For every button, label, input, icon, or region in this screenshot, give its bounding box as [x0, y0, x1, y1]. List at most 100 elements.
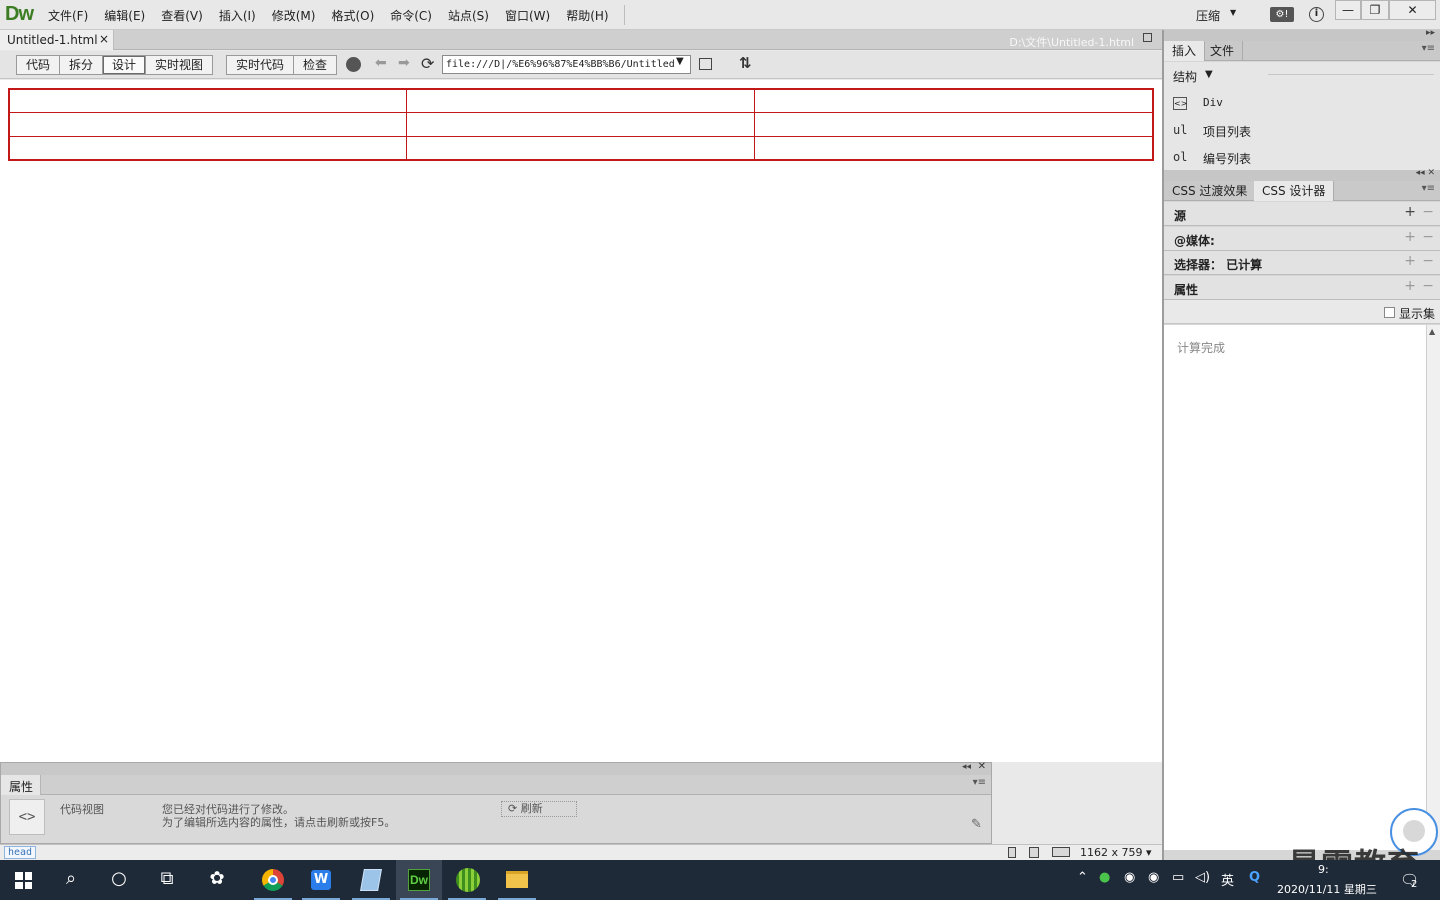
refresh-button[interactable]: ⟳ 刷新 [501, 801, 577, 817]
taskbar-app-chrome[interactable] [250, 860, 296, 900]
remove-icon[interactable]: − [1422, 278, 1434, 294]
add-icon[interactable]: + [1404, 253, 1416, 269]
menu-insert[interactable]: 插入(I) [211, 7, 264, 24]
scrollbar[interactable]: ▲ [1426, 325, 1440, 850]
minimize-button[interactable]: — [1335, 0, 1361, 20]
table-cell[interactable] [8, 112, 407, 137]
table-cell[interactable] [753, 135, 1154, 161]
add-icon[interactable]: + [1404, 204, 1416, 220]
css-sources-section[interactable]: 源 + − [1164, 202, 1440, 226]
task-view-button[interactable]: ⧉ [144, 860, 190, 900]
menu-modify[interactable]: 修改(M) [264, 7, 324, 24]
chevron-down-icon[interactable]: ▼ [1230, 8, 1236, 17]
qq-browser-icon[interactable]: Q [1249, 870, 1260, 885]
network-icon[interactable]: ▭ [1172, 870, 1184, 885]
quick-edit-icon[interactable]: ✎ [971, 817, 982, 832]
info-icon[interactable]: i [1309, 7, 1324, 22]
back-arrow-icon[interactable]: ⬅ [375, 55, 387, 71]
restore-window-icon[interactable] [1143, 33, 1152, 42]
scroll-up-icon[interactable]: ▲ [1429, 327, 1435, 336]
menu-commands[interactable]: 命令(C) [382, 7, 440, 24]
insert-category-select[interactable]: 结构 [1173, 68, 1197, 85]
clock-date[interactable]: 2020/11/11 星期三 [1277, 881, 1377, 897]
window-size-selector[interactable]: 1162 x 759 ▾ [1080, 846, 1152, 859]
desktop-size-icon[interactable] [1052, 847, 1070, 857]
table-cell[interactable] [405, 112, 755, 137]
table-cell[interactable] [753, 112, 1154, 137]
ime-indicator[interactable]: 英 [1221, 870, 1234, 889]
maximize-button[interactable]: ❐ [1361, 0, 1389, 20]
remove-icon[interactable]: − [1422, 253, 1434, 269]
expand-icon[interactable]: ▸▸ [1426, 28, 1435, 38]
view-options-icon[interactable] [699, 58, 712, 70]
sort-icon[interactable]: ⇅ [739, 54, 752, 72]
live-code-button[interactable]: 实时代码 [227, 56, 295, 74]
tab-files[interactable]: 文件 [1202, 41, 1244, 61]
preview-globe-icon[interactable] [346, 57, 361, 72]
design-canvas[interactable] [0, 80, 1162, 762]
taskbar-app-melon[interactable] [444, 860, 490, 900]
refresh-icon[interactable]: ⟳ [421, 54, 434, 73]
forward-arrow-icon[interactable]: ➡ [398, 55, 410, 71]
close-tab-icon[interactable]: × [99, 32, 109, 46]
remove-icon[interactable]: − [1422, 229, 1434, 245]
code-view-button[interactable]: 代码 [17, 56, 61, 74]
tag-selector[interactable]: head [4, 846, 37, 859]
clock-time[interactable]: 9: [1318, 863, 1329, 876]
document-tab[interactable]: Untitled-1.html × [0, 30, 114, 50]
tab-css-designer[interactable]: CSS 设计器 [1254, 181, 1335, 201]
insert-ordered-list-item[interactable]: 编号列表 [1203, 150, 1251, 167]
tab-properties[interactable]: 属性 [1, 775, 41, 795]
search-button[interactable]: ⌕ [48, 860, 94, 900]
taskbar-app-notepad[interactable] [348, 860, 394, 900]
table-cell[interactable] [8, 135, 407, 161]
volume-icon[interactable]: ◁) [1195, 870, 1210, 885]
collapse-icon[interactable]: ◂◂ [962, 762, 971, 772]
workspace-switcher[interactable]: 压缩 [1196, 7, 1220, 24]
qq-icon[interactable]: ◉ [1124, 870, 1135, 885]
table-cell[interactable] [405, 135, 755, 161]
css-properties-section[interactable]: 属性 + − [1164, 276, 1440, 300]
design-view-button[interactable]: 设计 [103, 56, 147, 74]
close-icon[interactable]: ✕ [978, 761, 986, 772]
table-cell[interactable] [405, 88, 755, 114]
mobile-size-icon[interactable] [1008, 847, 1016, 858]
css-media-section[interactable]: @媒体: + − [1164, 227, 1440, 251]
menu-file[interactable]: 文件(F) [40, 7, 96, 24]
css-selectors-section[interactable]: 选择器： 已计算 + − [1164, 251, 1440, 275]
wechat-icon[interactable]: ● [1099, 870, 1110, 885]
taskbar-app-dreamweaver[interactable]: Dw [396, 860, 442, 900]
tablet-size-icon[interactable] [1029, 847, 1039, 858]
chevron-down-icon[interactable]: ▼ [1205, 69, 1213, 80]
taskbar-app-wps[interactable]: W [298, 860, 344, 900]
panel-menu-icon[interactable]: ▾≡ [1422, 183, 1435, 194]
add-icon[interactable]: + [1404, 229, 1416, 245]
table-cell[interactable] [8, 88, 407, 114]
table-cell[interactable] [753, 88, 1154, 114]
start-button[interactable] [0, 860, 46, 900]
menu-site[interactable]: 站点(S) [440, 7, 497, 24]
address-field[interactable]: file:///D|/%E6%96%87%E4%BB%B6/Untitled [442, 55, 691, 74]
taskbar-app-pinwheel[interactable]: ✿ [194, 860, 240, 900]
tab-css-transitions[interactable]: CSS 过渡效果 [1164, 181, 1257, 201]
chevron-up-icon[interactable]: ⌃ [1077, 870, 1088, 885]
collapse-icon[interactable]: ◂◂ ✕ [1416, 168, 1435, 178]
close-button[interactable]: ✕ [1389, 0, 1436, 20]
notification-icon[interactable]: 🗨2 [1400, 871, 1425, 890]
show-set-checkbox[interactable] [1384, 307, 1395, 318]
add-icon[interactable]: + [1404, 278, 1416, 294]
remove-icon[interactable]: − [1422, 204, 1434, 220]
inspect-button[interactable]: 检查 [294, 56, 336, 74]
split-view-button[interactable]: 拆分 [60, 56, 104, 74]
menu-edit[interactable]: 编辑(E) [96, 7, 153, 24]
panel-menu-icon[interactable]: ▾≡ [973, 777, 986, 788]
cortana-button[interactable]: ○ [96, 860, 142, 900]
design-table[interactable] [8, 88, 1154, 161]
menu-window[interactable]: 窗口(W) [497, 7, 558, 24]
insert-div-item[interactable]: Div [1203, 96, 1223, 109]
taskbar-app-explorer[interactable] [494, 860, 540, 900]
qq-icon[interactable]: ◉ [1148, 870, 1159, 885]
insert-unordered-list-item[interactable]: 项目列表 [1203, 123, 1251, 140]
live-view-button[interactable]: 实时视图 [146, 56, 212, 74]
settings-gear-icon[interactable]: ⚙! [1270, 7, 1294, 22]
